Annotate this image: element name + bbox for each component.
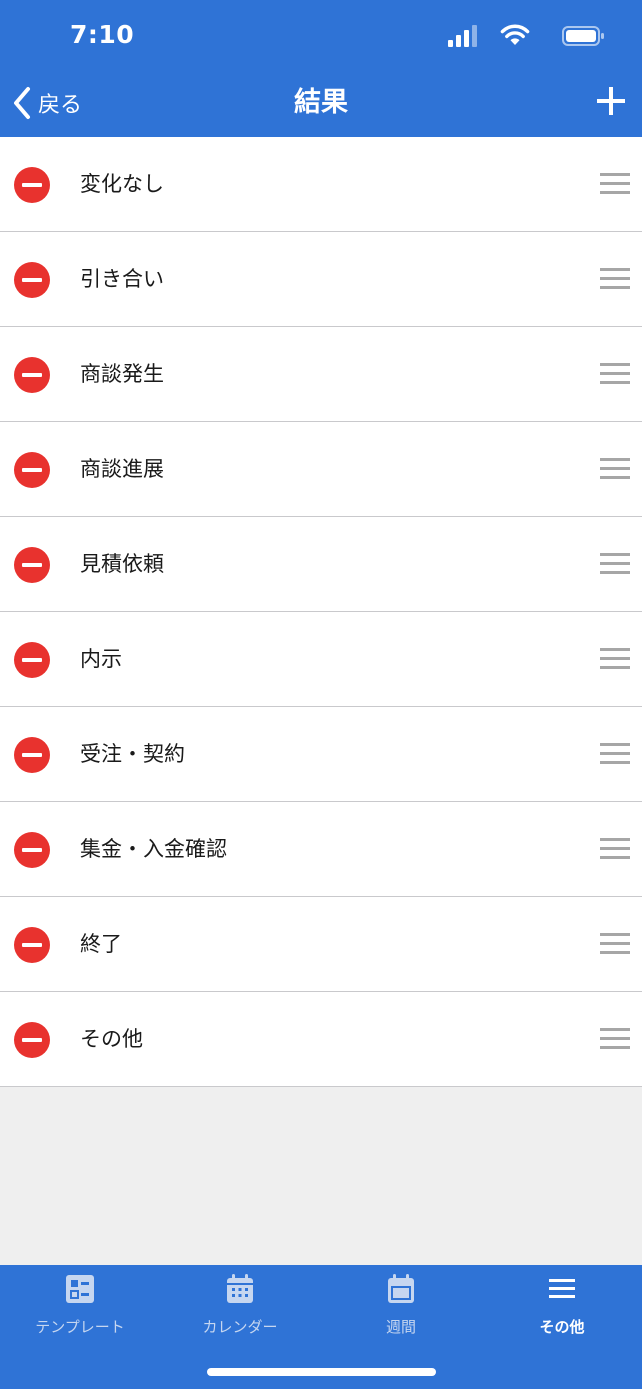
add-icon[interactable] xyxy=(596,86,626,116)
list-item: その他 xyxy=(0,992,642,1087)
reorder-handle-icon[interactable] xyxy=(600,173,630,195)
list-item-label: 内示 xyxy=(80,647,122,671)
menu-icon xyxy=(549,1279,575,1298)
template-icon xyxy=(66,1275,94,1303)
delete-icon[interactable] xyxy=(14,642,50,678)
delete-icon[interactable] xyxy=(14,1022,50,1058)
list-item-label: 商談発生 xyxy=(80,362,164,386)
list-item: 見積依頼 xyxy=(0,517,642,612)
list-item: 変化なし xyxy=(0,137,642,232)
list-item: 受注・契約 xyxy=(0,707,642,802)
navigation-bar: 7:10 戻る 結果 xyxy=(0,0,642,137)
tab-template-label: テンプレート xyxy=(35,1318,125,1336)
cellular-signal-icon xyxy=(448,25,477,47)
list-item-label: 引き合い xyxy=(80,267,164,291)
reorder-handle-icon[interactable] xyxy=(600,648,630,670)
delete-icon[interactable] xyxy=(14,547,50,583)
delete-icon[interactable] xyxy=(14,737,50,773)
list-item-label: その他 xyxy=(80,1027,143,1051)
list-item-label: 終了 xyxy=(80,932,122,956)
reorder-handle-icon[interactable] xyxy=(600,743,630,765)
delete-icon[interactable] xyxy=(14,357,50,393)
list-item-label: 集金・入金確認 xyxy=(80,837,227,861)
reorder-handle-icon[interactable] xyxy=(600,1028,630,1050)
tab-week-label: 週間 xyxy=(385,1318,416,1336)
screen: 7:10 戻る 結果 変化なし 引き合い 商談発生 商談進展 見積依頼 内示 受… xyxy=(0,0,642,1389)
delete-icon[interactable] xyxy=(14,262,50,298)
status-icons xyxy=(444,24,604,50)
reorder-handle-icon[interactable] xyxy=(600,268,630,290)
delete-icon[interactable] xyxy=(14,832,50,868)
delete-icon[interactable] xyxy=(14,452,50,488)
delete-icon[interactable] xyxy=(14,167,50,203)
tab-other[interactable]: その他 xyxy=(482,1265,642,1345)
reorder-handle-icon[interactable] xyxy=(600,458,630,480)
list-item: 終了 xyxy=(0,897,642,992)
list-item: 引き合い xyxy=(0,232,642,327)
tab-calendar-label: カレンダー xyxy=(202,1318,278,1336)
page-title: 結果 xyxy=(294,87,348,118)
list-item: 商談発生 xyxy=(0,327,642,422)
reorder-handle-icon[interactable] xyxy=(600,838,630,860)
tab-template[interactable]: テンプレート xyxy=(0,1265,160,1345)
reorder-handle-icon[interactable] xyxy=(600,933,630,955)
calendar-icon xyxy=(227,1274,253,1303)
tab-other-label: その他 xyxy=(539,1318,585,1336)
list-item-label: 受注・契約 xyxy=(80,742,185,766)
wifi-icon xyxy=(500,24,530,45)
result-list: 変化なし 引き合い 商談発生 商談進展 見積依頼 内示 受注・契約 集金・入金確… xyxy=(0,137,642,1087)
reorder-handle-icon[interactable] xyxy=(600,553,630,575)
battery-icon xyxy=(562,26,604,46)
status-time: 7:10 xyxy=(70,20,135,49)
list-item-label: 変化なし xyxy=(80,172,164,196)
list-item-label: 商談進展 xyxy=(80,457,164,481)
reorder-handle-icon[interactable] xyxy=(600,363,630,385)
list-item: 商談進展 xyxy=(0,422,642,517)
tab-week[interactable]: 週間 xyxy=(321,1265,481,1345)
list-item-label: 見積依頼 xyxy=(80,552,164,576)
home-indicator xyxy=(207,1368,436,1376)
tab-calendar[interactable]: カレンダー xyxy=(160,1265,320,1345)
list-item: 集金・入金確認 xyxy=(0,802,642,897)
delete-icon[interactable] xyxy=(14,927,50,963)
week-icon xyxy=(388,1274,414,1303)
list-item: 内示 xyxy=(0,612,642,707)
